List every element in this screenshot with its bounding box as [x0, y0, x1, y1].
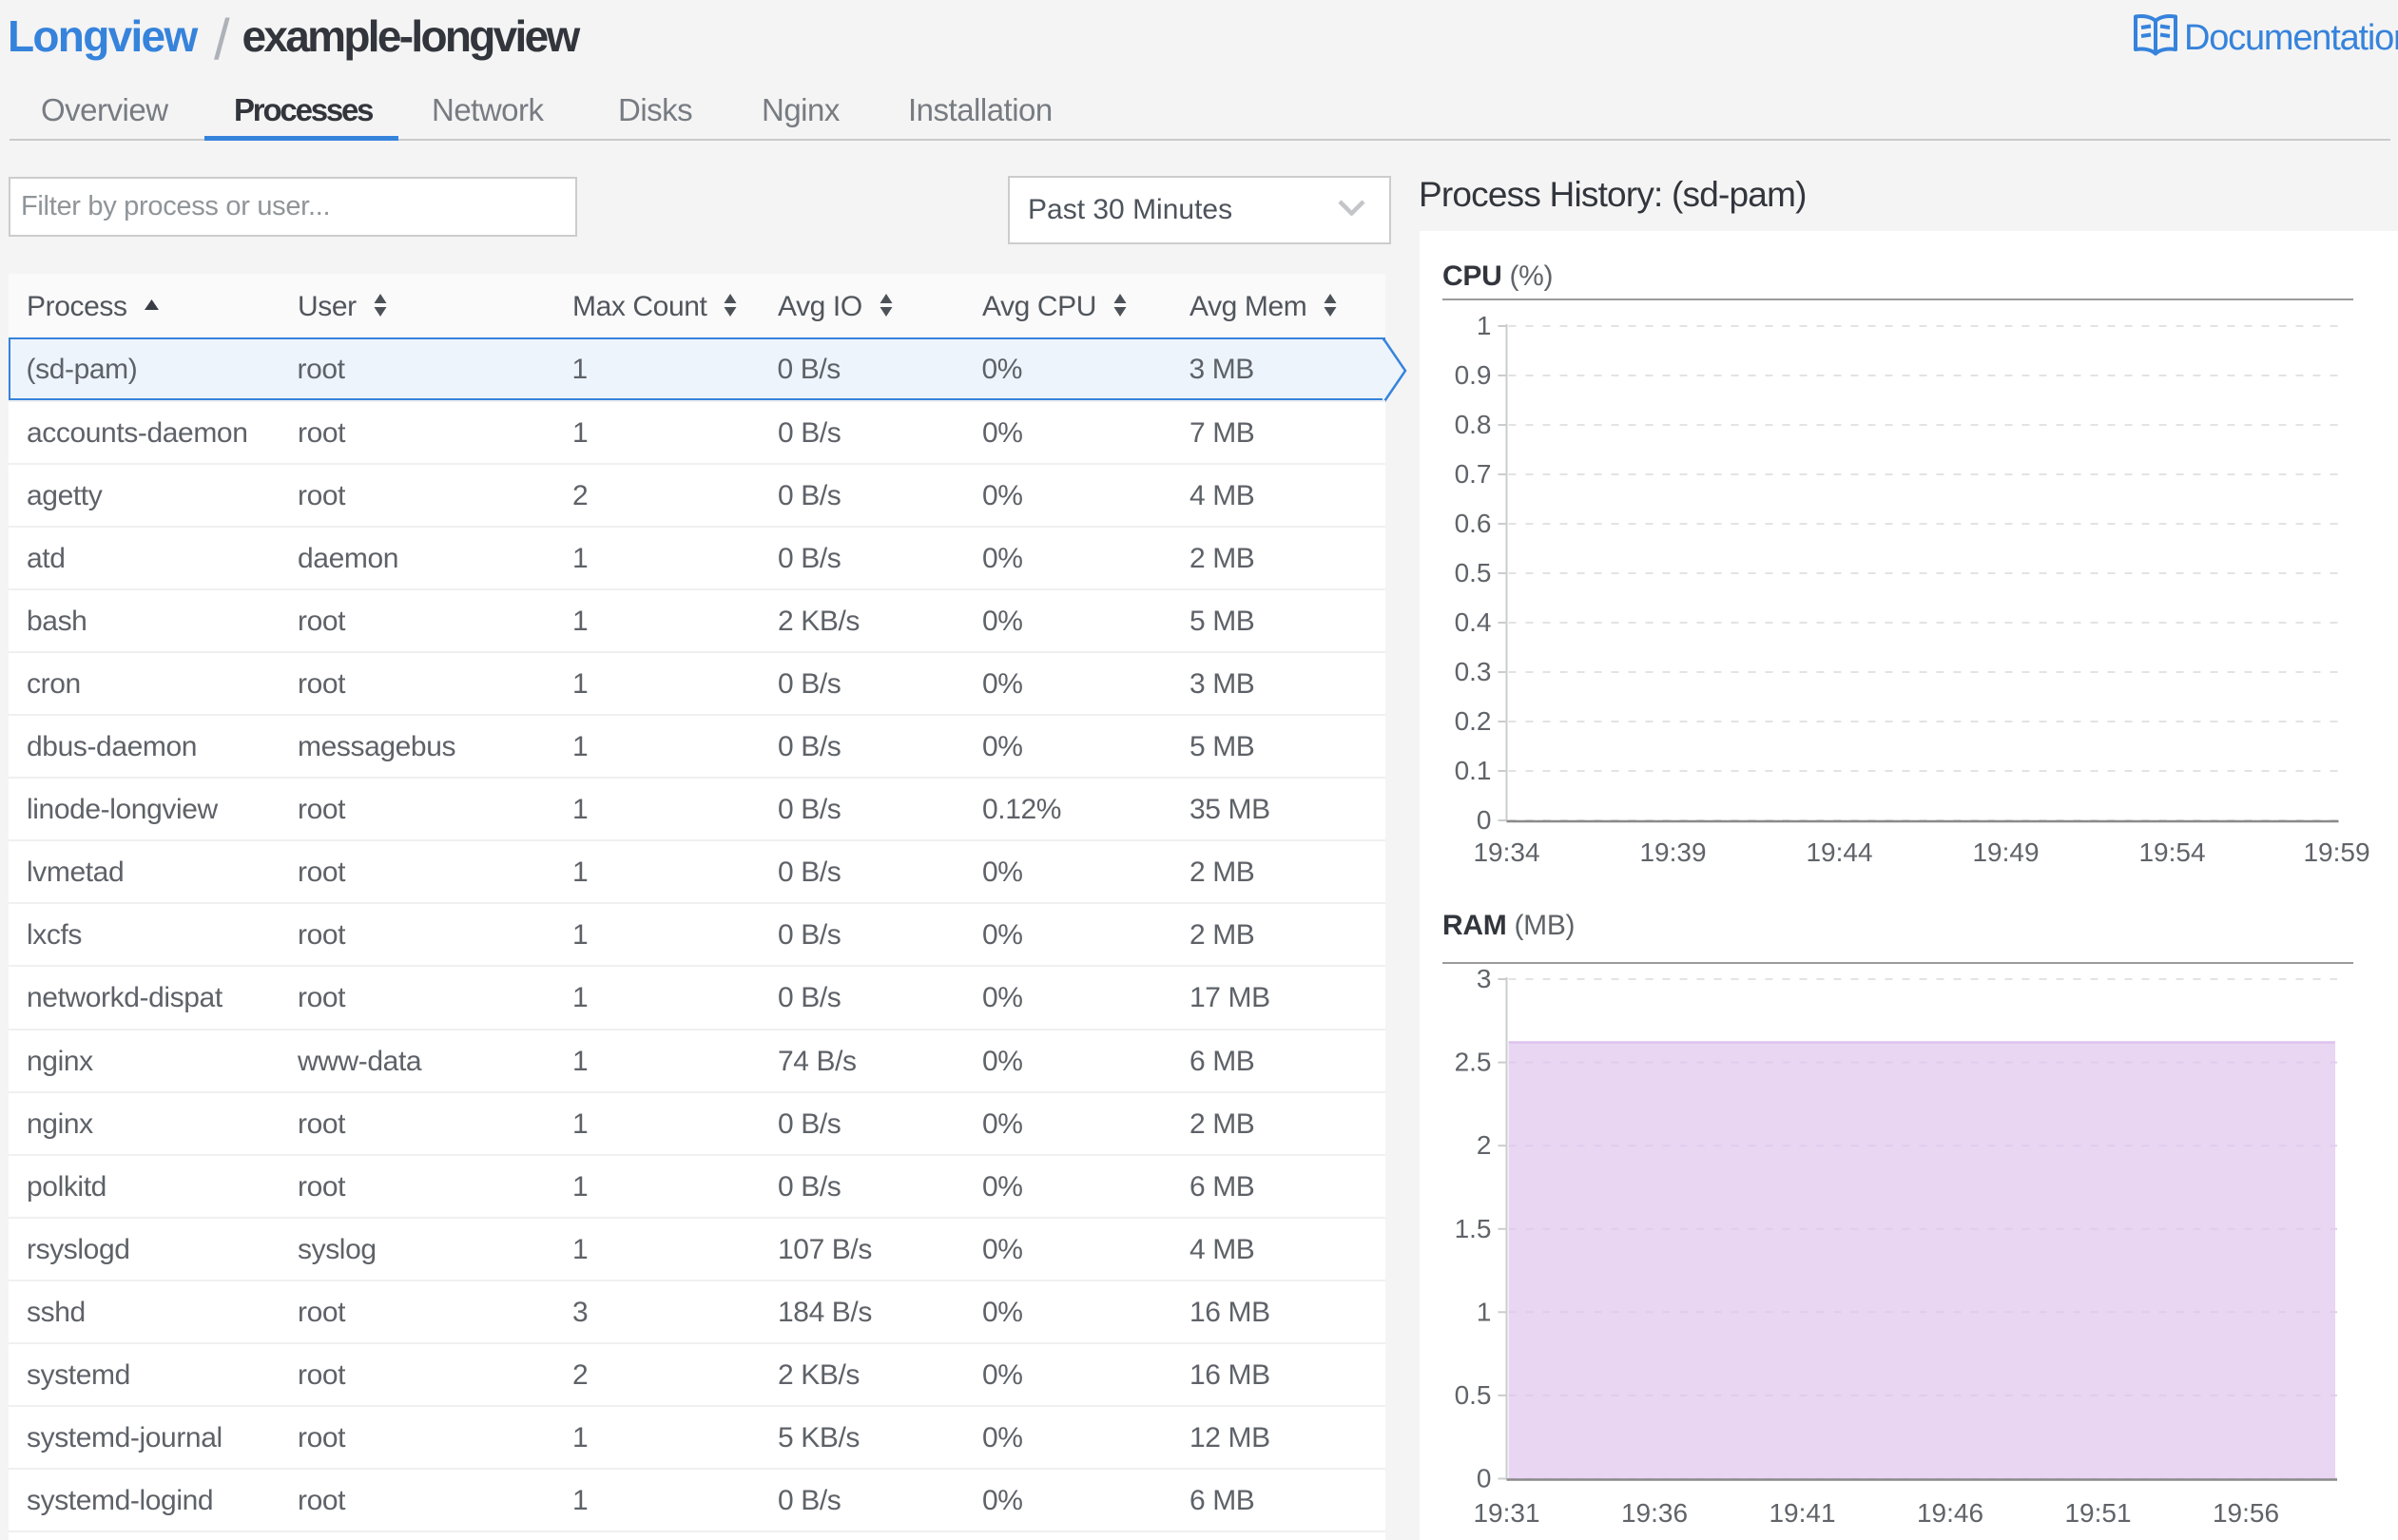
svg-text:19:59: 19:59 — [2303, 837, 2369, 867]
svg-text:0.5: 0.5 — [1455, 1380, 1492, 1410]
svg-text:19:41: 19:41 — [1769, 1498, 1835, 1528]
svg-text:19:56: 19:56 — [2213, 1498, 2279, 1528]
svg-text:0.5: 0.5 — [1455, 558, 1492, 587]
svg-text:0: 0 — [1477, 805, 1492, 835]
svg-text:1: 1 — [1477, 311, 1492, 340]
svg-text:19:44: 19:44 — [1806, 837, 1872, 867]
svg-text:0.1: 0.1 — [1455, 756, 1492, 785]
svg-text:0.3: 0.3 — [1455, 657, 1492, 686]
svg-text:1.5: 1.5 — [1455, 1214, 1492, 1243]
svg-text:19:49: 19:49 — [1972, 837, 2039, 867]
svg-text:0.7: 0.7 — [1455, 459, 1492, 489]
svg-text:19:51: 19:51 — [2064, 1498, 2131, 1528]
svg-text:2.5: 2.5 — [1455, 1048, 1492, 1077]
svg-text:0.4: 0.4 — [1455, 607, 1492, 637]
svg-text:19:34: 19:34 — [1473, 837, 1539, 867]
svg-text:0.6: 0.6 — [1455, 509, 1492, 538]
svg-text:0.8: 0.8 — [1455, 410, 1492, 439]
svg-text:3: 3 — [1477, 964, 1492, 993]
svg-text:1: 1 — [1477, 1297, 1492, 1326]
svg-text:19:54: 19:54 — [2138, 837, 2205, 867]
svg-text:0: 0 — [1477, 1464, 1492, 1493]
svg-text:19:46: 19:46 — [1917, 1498, 1983, 1528]
svg-text:19:31: 19:31 — [1473, 1498, 1539, 1528]
svg-text:0.2: 0.2 — [1455, 706, 1492, 736]
svg-text:19:39: 19:39 — [1639, 837, 1706, 867]
svg-text:2: 2 — [1477, 1130, 1492, 1160]
svg-text:0.9: 0.9 — [1455, 360, 1492, 390]
svg-text:19:36: 19:36 — [1621, 1498, 1688, 1528]
